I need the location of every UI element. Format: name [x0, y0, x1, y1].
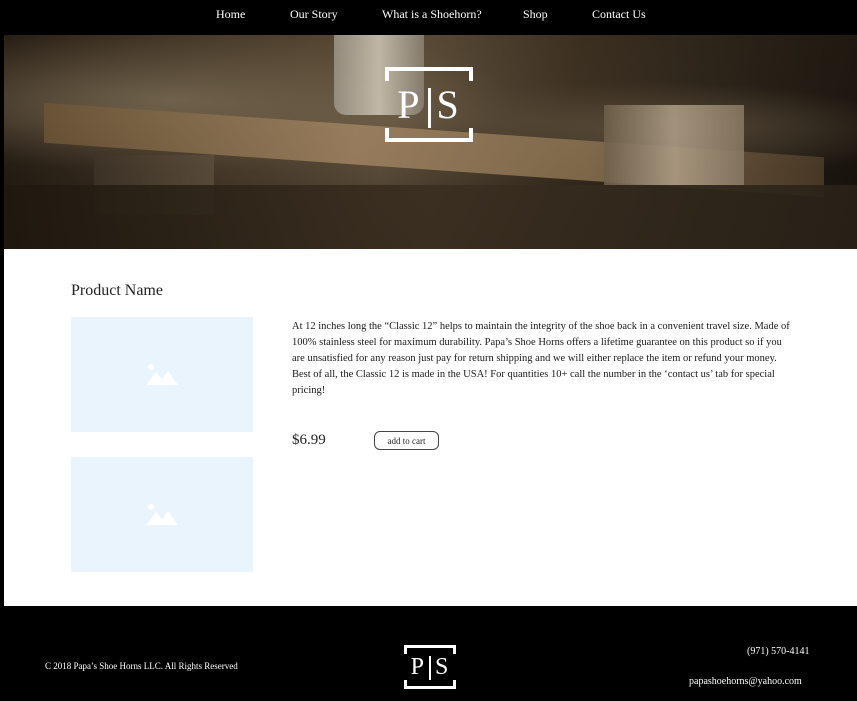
logo-divider	[429, 655, 431, 680]
product-section: Product Name At 12 inches long the “Clas…	[4, 249, 857, 606]
nav-our-story-link[interactable]: Our Story	[290, 7, 338, 22]
product-description: At 12 inches long the “Classic 12” helps…	[292, 321, 790, 396]
logo-letter-right: S	[435, 653, 450, 680]
product-image-1[interactable]	[71, 317, 253, 432]
logo-cap-right-top	[453, 645, 456, 654]
top-nav: Home Our Story What is a Shoehorn? Shop …	[0, 0, 857, 35]
nav-home-link[interactable]: Home	[216, 7, 245, 22]
footer-logo[interactable]: PS	[404, 645, 456, 689]
logo-letter-left: P	[397, 81, 422, 127]
logo-top-bar	[404, 645, 456, 648]
logo-bottom-bar	[404, 686, 456, 689]
hero-box-shape	[604, 105, 744, 185]
logo-divider	[427, 88, 431, 129]
hero-logo[interactable]: PS	[385, 67, 473, 142]
logo-cap-right-top	[469, 67, 473, 81]
image-placeholder-icon	[146, 363, 178, 385]
logo-bottom-bar	[385, 138, 473, 142]
logo-letters: PS	[411, 654, 450, 681]
nav-shop-link[interactable]: Shop	[523, 7, 548, 22]
footer: C 2018 Papa’s Shoe Horns LLC. All Rights…	[0, 606, 857, 701]
image-placeholder-icon	[146, 503, 178, 525]
add-to-cart-button[interactable]: add to cart	[374, 431, 439, 450]
logo-letter-left: P	[410, 653, 425, 680]
hero-banner: PS	[4, 35, 857, 249]
logo-cap-left-top	[404, 645, 407, 654]
logo-top-bar	[385, 67, 473, 71]
logo-letter-right: S	[436, 81, 461, 127]
copyright-text: C 2018 Papa’s Shoe Horns LLC. All Rights…	[45, 661, 238, 671]
product-price: $6.99	[292, 432, 326, 448]
product-title: Product Name	[71, 282, 163, 299]
nav-contact-link[interactable]: Contact Us	[592, 7, 646, 22]
phone-number[interactable]: (971) 570-4141	[747, 646, 810, 657]
product-image-2[interactable]	[71, 457, 253, 572]
hero-floor-shape	[4, 185, 857, 249]
logo-letters: PS	[397, 81, 461, 129]
nav-shoehorn-link[interactable]: What is a Shoehorn?	[382, 7, 482, 22]
email-link[interactable]: papashoehorns@yahoo.com	[689, 676, 802, 687]
logo-cap-left-top	[385, 67, 389, 81]
